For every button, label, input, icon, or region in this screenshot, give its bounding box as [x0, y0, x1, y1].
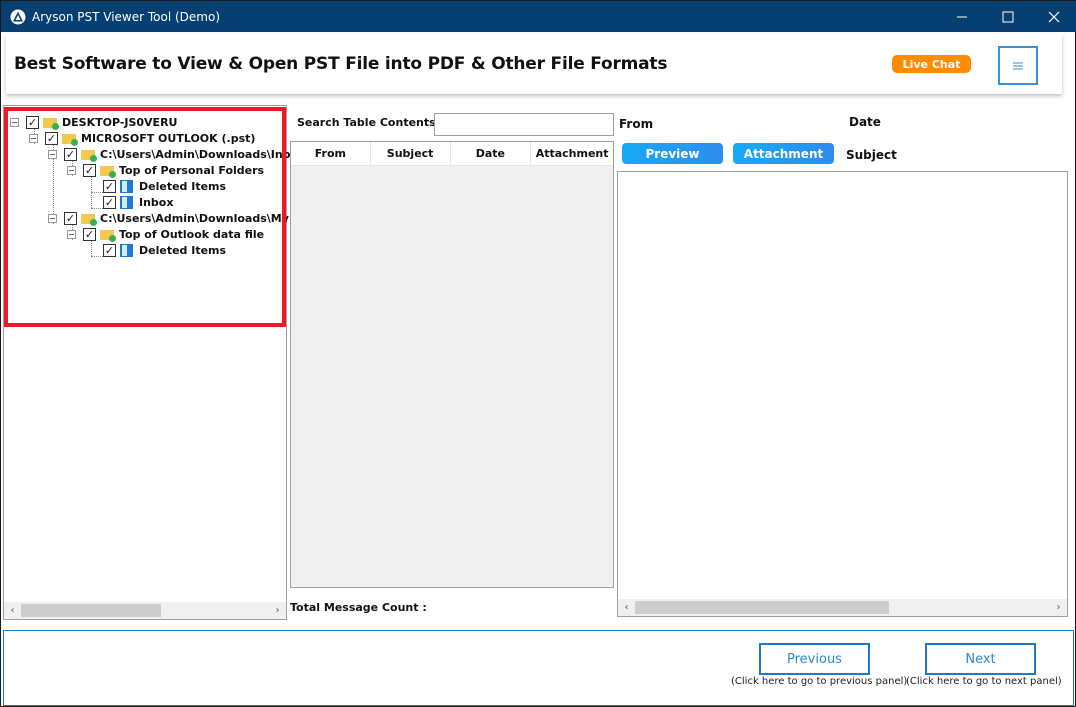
- collapse-icon[interactable]: −: [67, 229, 76, 239]
- node-checkbox[interactable]: ✓: [26, 115, 39, 129]
- previous-button[interactable]: Previous: [759, 643, 870, 675]
- scrollbar-thumb[interactable]: [635, 601, 889, 614]
- hamburger-icon: [1013, 62, 1023, 69]
- scroll-left-icon[interactable]: ‹: [618, 599, 635, 616]
- next-button[interactable]: Next: [925, 643, 1036, 675]
- tree-connector: [91, 240, 92, 256]
- scroll-right-icon[interactable]: ›: [269, 602, 286, 619]
- tree-node-deleted-items[interactable]: ✓ Deleted Items: [103, 178, 226, 194]
- column-header-subject[interactable]: Subject: [371, 142, 451, 165]
- tree-connector: [91, 256, 103, 257]
- minimize-button[interactable]: [939, 1, 985, 32]
- tree-connector: [91, 192, 103, 193]
- table-header: From Subject Date Attachment: [291, 142, 613, 166]
- tree-node-label: C:\Users\Admin\Downloads\Inb: [100, 147, 291, 161]
- menu-button[interactable]: [998, 46, 1038, 85]
- subject-label: Subject: [846, 148, 897, 162]
- node-checkbox[interactable]: ✓: [103, 243, 116, 257]
- maximize-button[interactable]: [985, 1, 1031, 32]
- maximize-icon: [1002, 11, 1014, 22]
- next-hint: (Click here to go to next panel): [906, 676, 1062, 687]
- folder-icon: [100, 164, 116, 178]
- folder-icon: [81, 148, 97, 162]
- preview-pane: ‹ ›: [617, 171, 1068, 617]
- aryson-logo-icon: [10, 9, 26, 24]
- folder-icon: [43, 116, 59, 130]
- tree-node-label: Top of Outlook data file: [119, 227, 265, 241]
- tree-node-label: MICROSOFT OUTLOOK (.pst): [81, 131, 256, 145]
- tree-node-label: Deleted Items: [139, 243, 227, 257]
- tree-node-inbox[interactable]: ✓ Inbox: [103, 194, 173, 210]
- collapse-icon[interactable]: −: [10, 117, 19, 127]
- column-header-attachment[interactable]: Attachment: [531, 142, 613, 165]
- scrollbar-thumb[interactable]: [21, 604, 161, 617]
- from-label: From: [619, 117, 654, 131]
- minimize-icon: [957, 16, 967, 17]
- tree-node-top-outlook-data-file[interactable]: − ✓ Top of Outlook data file: [67, 226, 264, 242]
- node-checkbox[interactable]: ✓: [103, 179, 116, 193]
- folder-tree-panel: − ✓ DESKTOP-JS0VERU − ✓ MICROSOFT OUTLOO…: [3, 105, 291, 620]
- scroll-right-icon[interactable]: ›: [1050, 599, 1067, 616]
- node-checkbox[interactable]: ✓: [83, 163, 96, 177]
- node-checkbox[interactable]: ✓: [45, 131, 58, 145]
- tree-node-outlook[interactable]: − ✓ MICROSOFT OUTLOOK (.pst): [29, 130, 255, 146]
- tree-node-deleted-items[interactable]: ✓ Deleted Items: [103, 242, 226, 258]
- live-chat-button[interactable]: Live Chat: [892, 55, 971, 73]
- tree-connector: [91, 208, 103, 209]
- node-checkbox[interactable]: ✓: [103, 195, 116, 209]
- previous-hint: (Click here to go to previous panel): [731, 676, 908, 687]
- tree-node-pst-my-path[interactable]: − ✓ C:\Users\Admin\Downloads\My: [48, 210, 289, 226]
- scroll-left-icon[interactable]: ‹: [4, 602, 21, 619]
- collapse-icon[interactable]: −: [29, 133, 38, 143]
- tree-node-label: Top of Personal Folders: [119, 163, 265, 177]
- collapse-icon[interactable]: −: [48, 213, 57, 223]
- column-header-from[interactable]: From: [291, 142, 371, 165]
- message-table: From Subject Date Attachment: [290, 141, 614, 588]
- tree-node-label: Deleted Items: [139, 179, 227, 193]
- preview-horizontal-scrollbar[interactable]: ‹ ›: [618, 599, 1067, 616]
- tree-horizontal-scrollbar[interactable]: ‹ ›: [4, 602, 286, 619]
- search-label: Search Table Contents:: [297, 116, 441, 129]
- tree-node-top-personal-folders[interactable]: − ✓ Top of Personal Folders: [67, 162, 264, 178]
- collapse-icon[interactable]: −: [67, 165, 76, 175]
- node-checkbox[interactable]: ✓: [64, 211, 77, 225]
- folder-icon: [62, 132, 78, 146]
- header-banner: Best Software to View & Open PST File in…: [6, 34, 1062, 94]
- column-header-date[interactable]: Date: [451, 142, 532, 165]
- total-message-count: Total Message Count :: [290, 601, 427, 614]
- tree-node-label: Inbox: [139, 195, 174, 209]
- folder-icon: [100, 228, 116, 242]
- mail-folder-icon: [120, 243, 133, 257]
- tree-node-desktop[interactable]: − ✓ DESKTOP-JS0VERU: [10, 114, 177, 130]
- window-title: Aryson PST Viewer Tool (Demo): [32, 9, 221, 24]
- folder-icon: [81, 212, 97, 226]
- tree-node-label: DESKTOP-JS0VERU: [62, 115, 178, 129]
- search-input[interactable]: [434, 113, 614, 136]
- mail-folder-icon: [120, 195, 133, 209]
- title-bar: Aryson PST Viewer Tool (Demo): [1, 1, 1076, 32]
- footer-panel: [3, 630, 1074, 706]
- attachment-button[interactable]: Attachment: [733, 143, 834, 164]
- date-label: Date: [849, 115, 881, 129]
- banner-headline: Best Software to View & Open PST File in…: [14, 54, 668, 74]
- tree-node-label: C:\Users\Admin\Downloads\My: [100, 211, 289, 225]
- collapse-icon[interactable]: −: [48, 149, 57, 159]
- close-button[interactable]: [1031, 1, 1076, 32]
- mail-folder-icon: [120, 179, 133, 193]
- preview-button[interactable]: Preview: [622, 143, 723, 164]
- node-checkbox[interactable]: ✓: [83, 227, 96, 241]
- close-icon: [1048, 11, 1060, 22]
- node-checkbox[interactable]: ✓: [64, 147, 77, 161]
- tree-node-pst-inbox-path[interactable]: − ✓ C:\Users\Admin\Downloads\Inb: [48, 146, 291, 162]
